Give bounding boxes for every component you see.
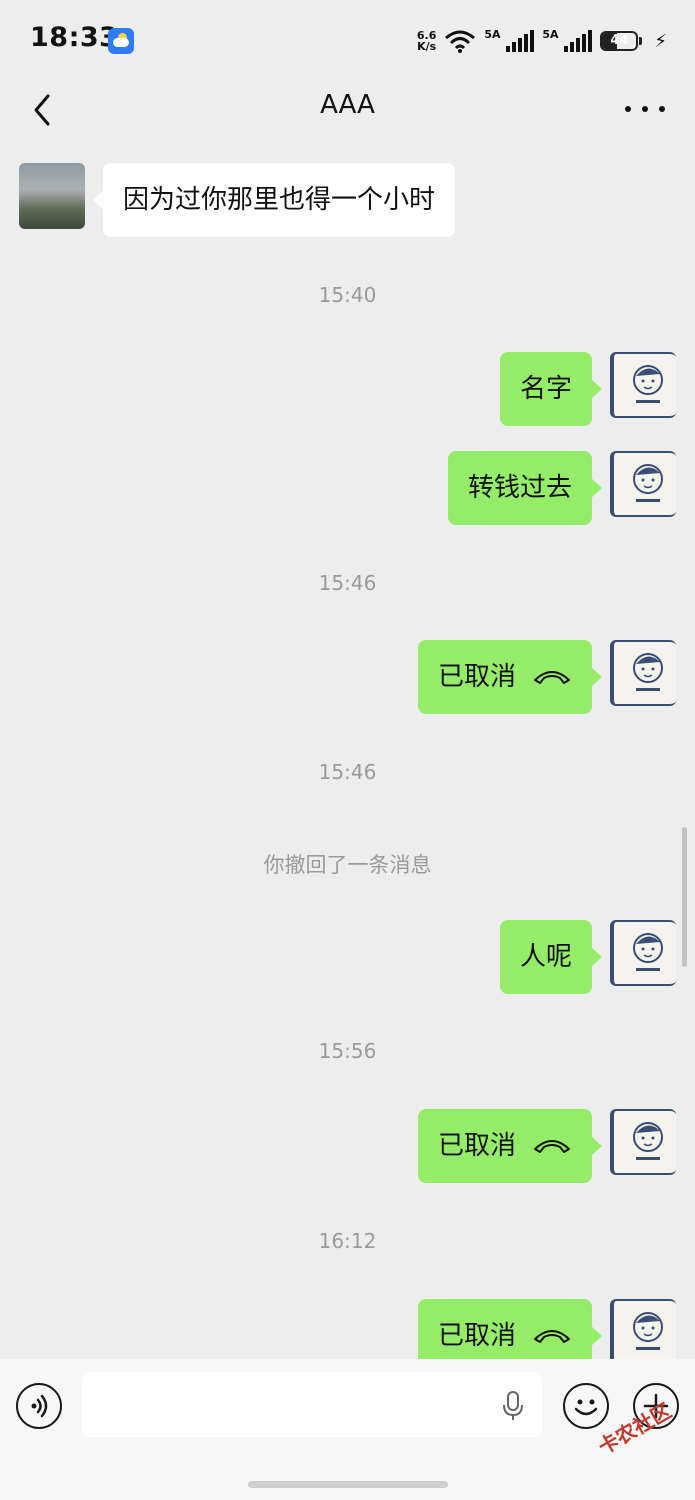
contact-avatar[interactable] — [19, 163, 85, 229]
network-speed: 6.6 K/s — [417, 30, 437, 52]
emoji-icon — [574, 1399, 598, 1416]
voice-input-button[interactable] — [16, 1383, 62, 1429]
message-bubble-sent[interactable]: 转钱过去 — [447, 451, 603, 525]
microphone-icon[interactable] — [500, 1390, 526, 1422]
call-bubble-cancelled[interactable]: 已取消 — [417, 1299, 603, 1359]
sim1-label: 5A — [484, 28, 501, 41]
call-status-text: 已取消 — [437, 1131, 516, 1161]
my-avatar[interactable] — [610, 1299, 676, 1359]
more-options-button[interactable] — [625, 94, 665, 124]
message-bubble-sent[interactable]: 名字 — [499, 352, 603, 426]
home-indicator[interactable] — [248, 1481, 448, 1488]
weather-icon — [108, 28, 134, 54]
chat-title: AAA — [320, 90, 375, 120]
emoji-button[interactable] — [563, 1383, 609, 1429]
battery-level: 44 — [610, 33, 629, 48]
more-dot-icon — [659, 106, 665, 112]
status-bar: 18:33 6.6 K/s 5A 5A 44 ⚡ — [0, 0, 695, 80]
status-indicators: 6.6 K/s 5A 5A 44 ⚡ — [417, 26, 667, 56]
signal-sim2-icon: 5A — [542, 28, 593, 52]
sim2-label: 5A — [542, 28, 559, 41]
message-timestamp: 15:40 — [318, 283, 377, 307]
my-avatar[interactable] — [610, 640, 676, 706]
phone-hangup-icon — [534, 670, 570, 684]
message-list[interactable]: 因为过你那里也得一个小时 15:40 名字 转钱过去 15:46 已取消 15:… — [0, 142, 695, 1359]
signal-sim1-icon: 5A — [484, 28, 535, 52]
wifi-icon — [444, 29, 476, 53]
voice-icon — [31, 1394, 48, 1418]
input-bar — [0, 1359, 695, 1500]
battery-icon: 44 — [600, 31, 643, 51]
message-timestamp: 16:12 — [318, 1229, 377, 1253]
message-timestamp: 15:56 — [318, 1039, 377, 1063]
more-dot-icon — [625, 106, 631, 112]
phone-hangup-icon — [534, 1329, 570, 1343]
message-bubble-sent[interactable]: 人呢 — [499, 920, 603, 994]
call-bubble-cancelled[interactable]: 已取消 — [417, 1109, 603, 1183]
message-timestamp: 15:46 — [318, 571, 377, 595]
phone-hangup-icon — [534, 1139, 570, 1153]
call-status-text: 已取消 — [437, 1321, 516, 1351]
network-speed-unit: K/s — [417, 40, 437, 53]
chat-header: AAA — [0, 80, 695, 142]
message-bubble-received[interactable]: 因为过你那里也得一个小时 — [92, 163, 456, 237]
my-avatar[interactable] — [610, 920, 676, 986]
charging-icon: ⚡ — [654, 30, 667, 52]
call-status-text: 已取消 — [437, 662, 516, 692]
chat-scrollbar[interactable] — [682, 827, 687, 967]
my-avatar[interactable] — [610, 1109, 676, 1175]
my-avatar[interactable] — [610, 352, 676, 418]
message-timestamp: 15:46 — [318, 760, 377, 784]
more-dot-icon — [642, 106, 648, 112]
my-avatar[interactable] — [610, 451, 676, 517]
recall-notice: 你撤回了一条消息 — [263, 853, 432, 877]
status-time: 18:33 — [30, 22, 119, 53]
call-bubble-cancelled[interactable]: 已取消 — [417, 640, 603, 714]
message-input[interactable] — [82, 1372, 542, 1437]
